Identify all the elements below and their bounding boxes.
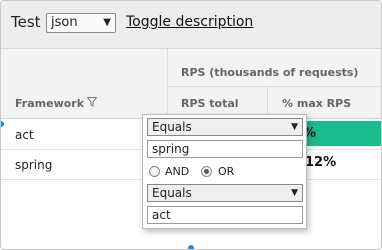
- chevron-down-icon: ▼: [103, 17, 111, 28]
- filter-popup: Equals ▼ spring AND OR Equals ▼ act: [142, 114, 307, 229]
- condition2-operator-select[interactable]: Equals ▼: [147, 184, 303, 202]
- condition1-value-input[interactable]: spring: [147, 140, 303, 158]
- condition1-operator-value: Equals: [152, 120, 192, 134]
- or-radio[interactable]: [201, 166, 212, 177]
- and-radio[interactable]: [149, 166, 160, 177]
- table-header: RPS (thousands of requests) Framework RP…: [1, 49, 381, 119]
- selection-handle[interactable]: [188, 245, 194, 249]
- condition2-operator-value: Equals: [152, 186, 192, 200]
- chevron-down-icon: ▼: [291, 188, 298, 198]
- toggle-description-link[interactable]: Toggle description: [126, 14, 253, 30]
- or-label: OR: [218, 165, 235, 178]
- header-divider: [168, 86, 381, 87]
- condition2-value-input[interactable]: act: [147, 206, 303, 224]
- and-label: AND: [165, 165, 190, 178]
- column-header-framework[interactable]: Framework: [15, 97, 84, 110]
- header-divider: [167, 49, 168, 119]
- framework-cell: act: [15, 128, 34, 142]
- chevron-down-icon: ▼: [291, 122, 298, 132]
- group-header-rps: RPS (thousands of requests): [181, 66, 359, 79]
- column-header-pct-max[interactable]: % max RPS: [282, 97, 351, 110]
- column-header-rps-total[interactable]: RPS total: [181, 97, 239, 110]
- filter-icon[interactable]: [87, 97, 97, 107]
- app-frame: Test json ▼ Toggle description RPS (thou…: [0, 0, 382, 250]
- test-select-value: json: [51, 15, 78, 30]
- framework-cell: spring: [15, 158, 53, 172]
- test-select[interactable]: json ▼: [46, 13, 116, 33]
- pct-max-cell: 12%: [305, 155, 337, 170]
- test-label: Test: [11, 13, 41, 31]
- condition1-operator-select[interactable]: Equals ▼: [147, 118, 303, 136]
- toolbar: Test json ▼ Toggle description: [1, 1, 381, 49]
